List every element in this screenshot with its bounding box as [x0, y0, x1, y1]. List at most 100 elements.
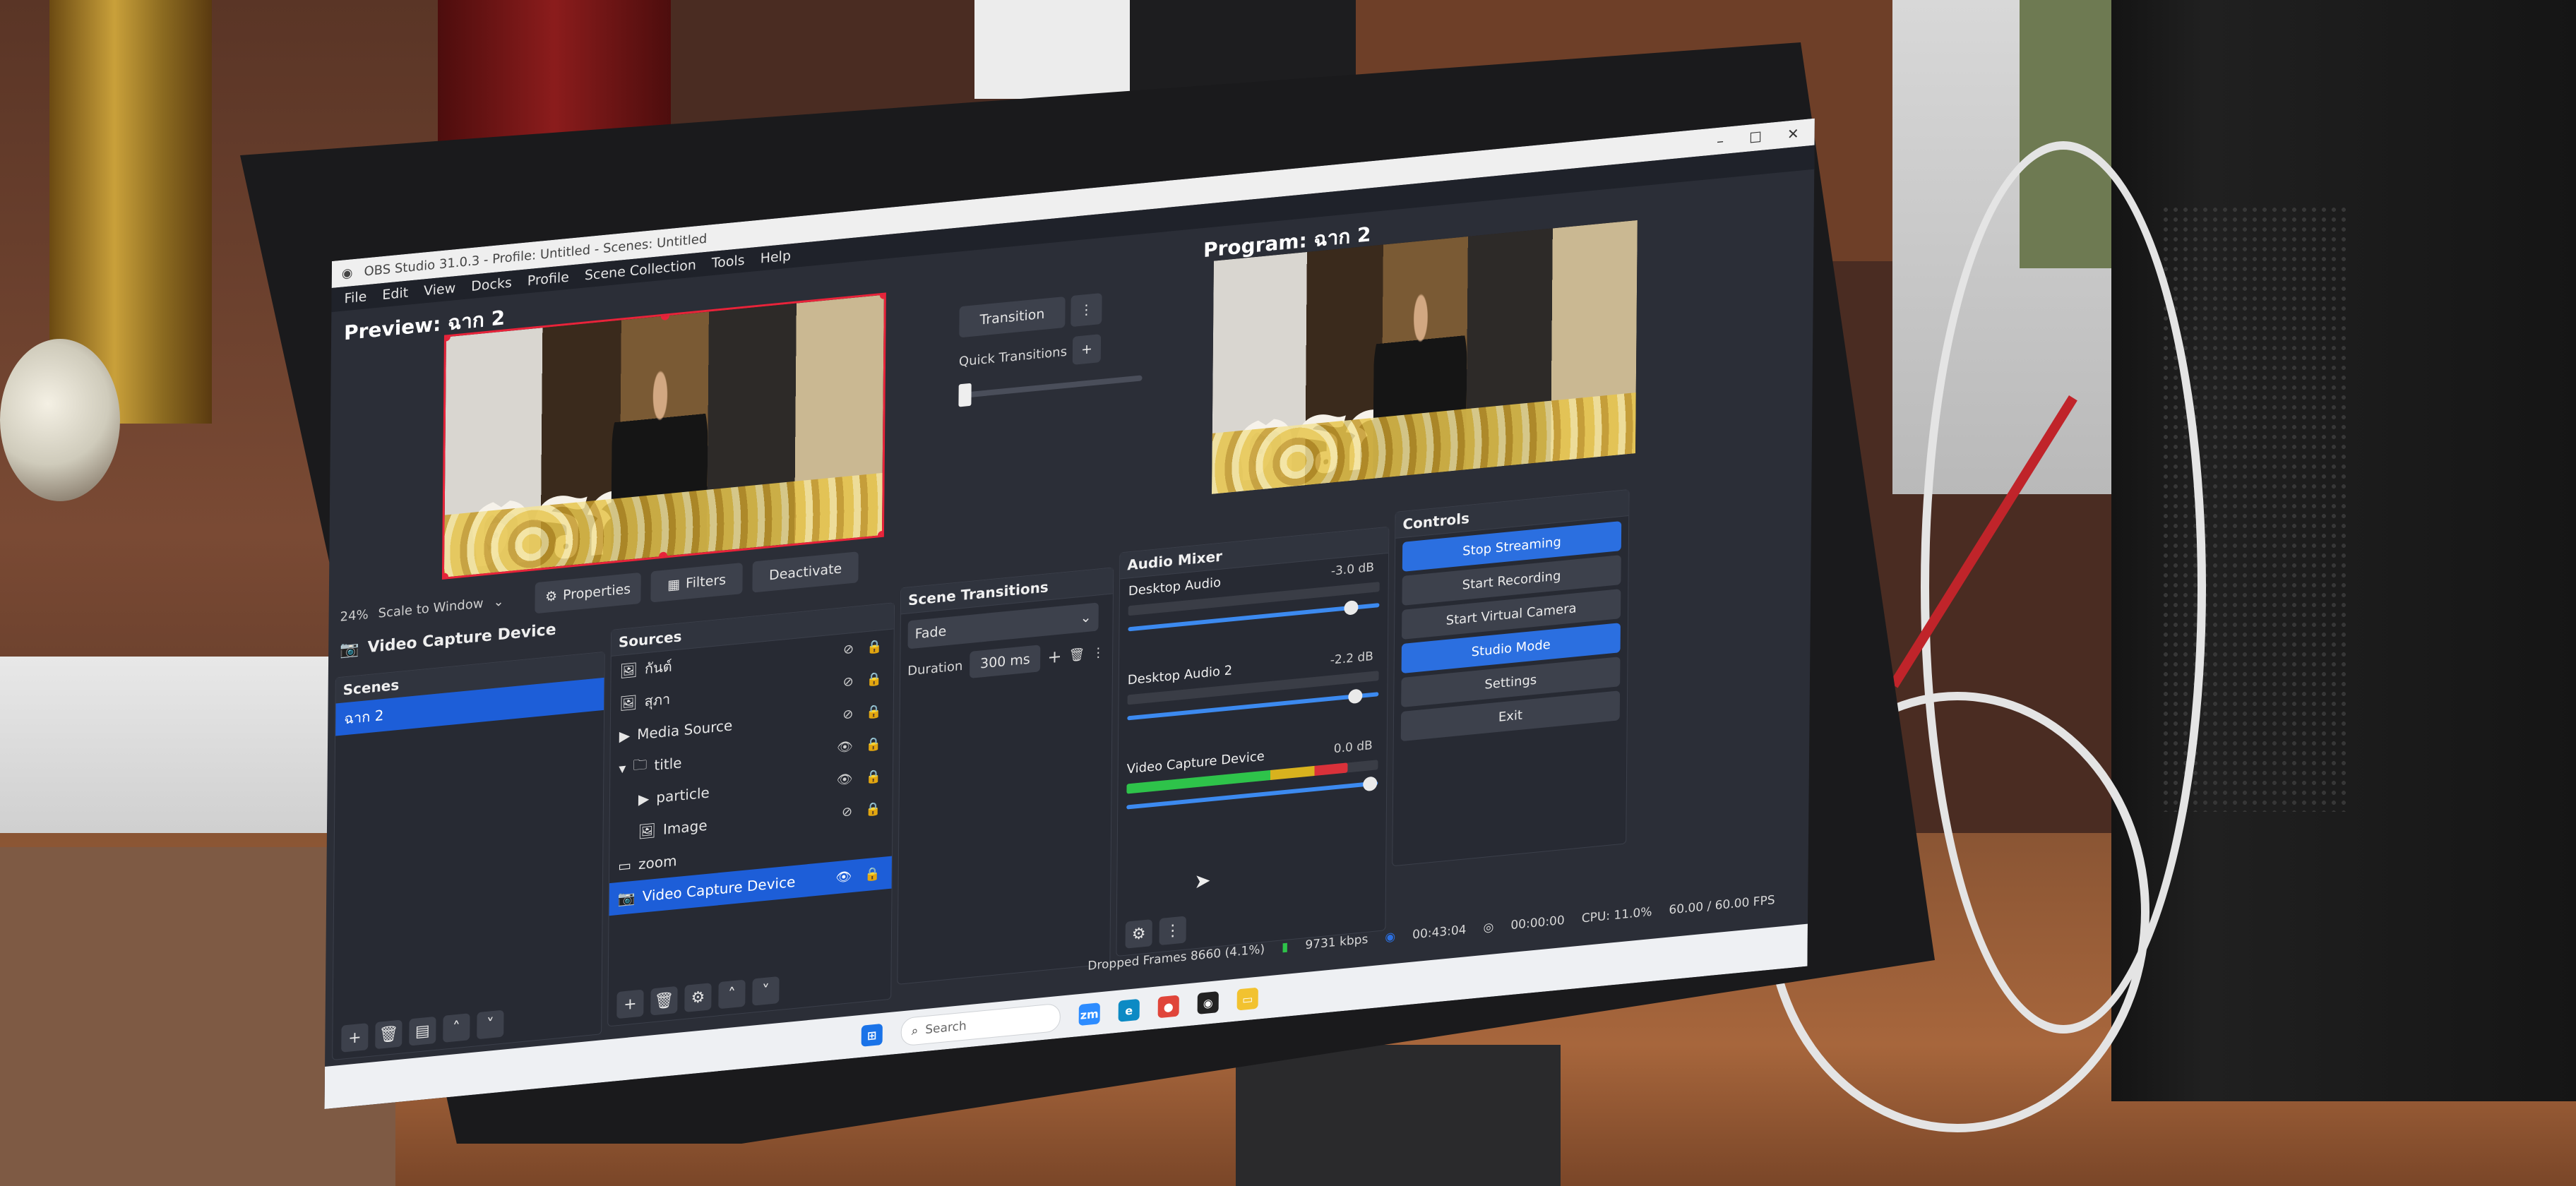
chrome-icon[interactable]: ● — [1157, 995, 1179, 1019]
search-icon: ⌕ — [911, 1024, 919, 1038]
visibility-hidden-icon[interactable]: ⊘ — [843, 641, 854, 657]
sources-list: 🖼 กันต์ ⊘ 🔒 🖼 สุภา ⊘ 🔒 ▶ Media Source ⊘ 🔒 ▾ — [609, 628, 894, 986]
deactivate-button[interactable]: Deactivate — [752, 551, 859, 593]
resize-handle[interactable] — [658, 551, 667, 561]
stream-time: 00:43:04 — [1412, 923, 1467, 942]
window-controls: – ☐ ✕ — [1717, 124, 1815, 150]
properties-button[interactable]: ⚙ Properties — [535, 572, 641, 614]
monitor-stand — [1236, 1045, 1561, 1186]
zoom-icon[interactable]: zm — [1078, 1002, 1100, 1026]
scenes-dock: Scenes ฉาก 2 + 🗑 ▤ ˄ ˅ — [332, 651, 605, 1061]
slider-knob[interactable] — [1362, 776, 1377, 792]
menu-profile[interactable]: Profile — [527, 270, 569, 289]
filters-button[interactable]: ▦ Filters — [650, 562, 743, 603]
scene-filters-icon[interactable]: ▤ — [409, 1016, 436, 1046]
mouse-pointer-icon: ➤ — [1194, 868, 1211, 894]
resize-handle[interactable] — [441, 573, 449, 580]
minimize-icon[interactable]: – — [1717, 132, 1724, 150]
preview-canvas[interactable]: ตรก — [441, 292, 886, 580]
t-bar-slider[interactable] — [958, 375, 1143, 407]
lock-icon[interactable]: 🔒 — [864, 866, 881, 882]
menu-help[interactable]: Help — [761, 248, 792, 266]
image-icon: 🖼 — [638, 821, 657, 841]
lock-icon[interactable]: 🔒 — [865, 801, 881, 817]
transition-panel: Transition ⋮ Quick Transitions + — [958, 289, 1143, 448]
close-icon[interactable]: ✕ — [1787, 125, 1799, 143]
dropped-frames: Dropped Frames 8660 (4.1%) — [1087, 942, 1265, 974]
window-icon: ▭ — [618, 856, 632, 875]
zoom-level: 24% — [340, 606, 369, 625]
obs-icon[interactable]: ◉ — [1197, 991, 1219, 1014]
window-frame — [974, 0, 1137, 99]
slider-knob[interactable] — [1344, 599, 1359, 616]
controls-dock: Controls Stop Streaming Start Recording … — [1392, 489, 1630, 867]
remove-scene-icon[interactable]: 🗑 — [375, 1019, 402, 1050]
scene-transitions-dock: Scene Transitions Fade ⌄ Duration 300 ms… — [897, 567, 1114, 985]
scenes-list: ฉาก 2 — [333, 677, 604, 1020]
stream-status-icon: ◉ — [1385, 929, 1396, 945]
visibility-hidden-icon[interactable]: ⊘ — [842, 706, 853, 721]
play-icon: ▶ — [619, 726, 631, 745]
slider-knob[interactable] — [1348, 688, 1363, 705]
folder-icon: 🗀 — [633, 755, 648, 774]
move-up-icon[interactable]: ˄ — [443, 1013, 470, 1043]
menu-file[interactable]: File — [344, 289, 366, 306]
add-source-icon[interactable]: + — [616, 989, 644, 1019]
move-down-icon[interactable]: ˅ — [752, 976, 780, 1006]
eye-icon[interactable]: 👁 — [835, 869, 852, 885]
add-quick-transition-icon[interactable]: + — [1072, 334, 1102, 365]
source-properties-icon[interactable]: ⚙ — [684, 983, 712, 1012]
resize-handle[interactable] — [879, 292, 886, 300]
signal-icon: ▮ — [1281, 940, 1289, 955]
record-time: 00:00:00 — [1510, 913, 1565, 933]
transition-menu-icon[interactable]: ⋮ — [1092, 645, 1104, 661]
search-input[interactable]: ⌕ Search — [900, 1002, 1061, 1047]
remove-transition-icon[interactable]: 🗑 — [1068, 647, 1085, 663]
edge-icon[interactable]: e — [1118, 998, 1140, 1022]
add-transition-icon[interactable]: + — [1047, 646, 1061, 667]
camera-icon: 📷 — [617, 888, 636, 908]
mixer-menu-icon[interactable]: ⋮ — [1159, 916, 1186, 946]
chevron-down-icon: ⌄ — [1080, 609, 1092, 626]
lock-icon[interactable]: 🔒 — [866, 638, 883, 654]
transition-menu-icon[interactable]: ⋮ — [1071, 292, 1102, 328]
bitrate: 9731 kbps — [1305, 932, 1368, 953]
chevron-down-icon[interactable]: ▾ — [619, 760, 626, 777]
move-up-icon[interactable]: ˄ — [718, 979, 746, 1010]
maximize-icon[interactable]: ☐ — [1749, 128, 1762, 147]
transition-button[interactable]: Transition — [959, 296, 1066, 338]
record-status-icon: ◎ — [1483, 920, 1494, 935]
obs-window: ◉ OBS Studio 31.0.3 - Profile: Untitled … — [324, 118, 1815, 1110]
eye-icon[interactable]: 👁 — [837, 738, 853, 755]
lock-icon[interactable]: 🔒 — [865, 769, 881, 785]
camera-icon: 📷 — [340, 639, 359, 659]
lock-icon[interactable]: 🔒 — [866, 736, 882, 753]
menu-view[interactable]: View — [424, 280, 455, 299]
chevron-down-icon[interactable]: ⌄ — [493, 594, 503, 609]
visibility-hidden-icon[interactable]: ⊘ — [842, 803, 852, 819]
advanced-audio-icon[interactable]: ⚙ — [1125, 919, 1152, 949]
program-canvas: ตรก — [1212, 220, 1638, 494]
file-explorer-icon[interactable]: ▭ — [1236, 987, 1258, 1011]
lock-icon[interactable]: 🔒 — [866, 703, 882, 719]
fps: 60.00 / 60.00 FPS — [1669, 893, 1775, 918]
image-icon: 🖼 — [619, 693, 638, 712]
remove-source-icon[interactable]: 🗑 — [650, 986, 678, 1016]
duration-input[interactable]: 300 ms — [970, 645, 1041, 678]
scale-mode-select[interactable]: Scale to Window — [378, 596, 484, 621]
move-down-icon[interactable]: ˅ — [477, 1010, 504, 1040]
menu-tools[interactable]: Tools — [712, 253, 745, 272]
menu-docks[interactable]: Docks — [471, 275, 512, 294]
filter-icon: ▦ — [667, 576, 681, 594]
visibility-hidden-icon[interactable]: ⊘ — [843, 673, 854, 689]
gear-icon: ⚙ — [544, 588, 558, 605]
play-icon: ▶ — [638, 789, 650, 808]
t-bar-handle[interactable] — [958, 383, 972, 407]
add-scene-icon[interactable]: + — [341, 1023, 369, 1053]
eye-icon[interactable]: 👁 — [837, 771, 853, 787]
cpu-usage: CPU: 11.0% — [1581, 904, 1652, 926]
windows-start-icon[interactable]: ⊞ — [861, 1023, 883, 1047]
lock-icon[interactable]: 🔒 — [866, 671, 883, 687]
menu-edit[interactable]: Edit — [382, 285, 408, 304]
resize-handle[interactable] — [877, 530, 886, 540]
